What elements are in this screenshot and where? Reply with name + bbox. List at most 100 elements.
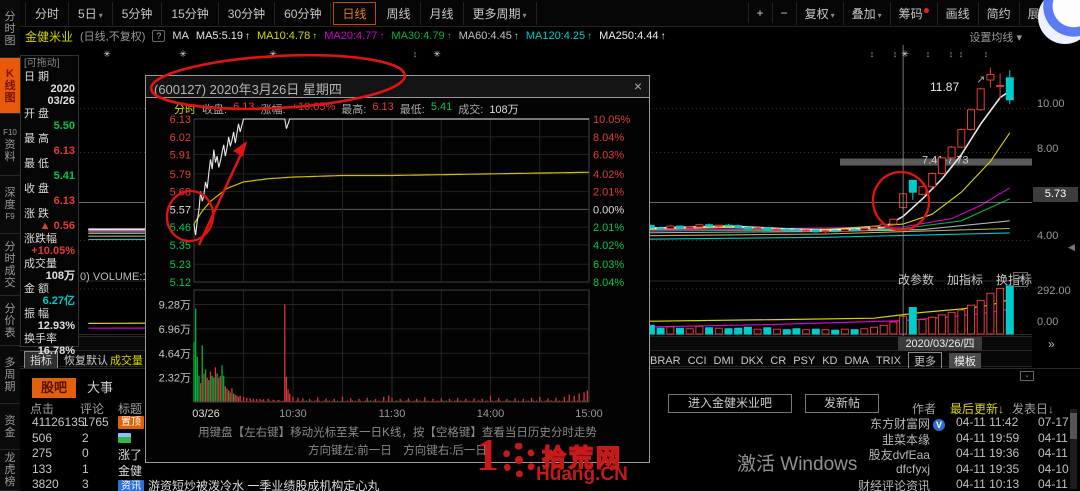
floating-assistant-ball[interactable] xyxy=(1038,0,1080,44)
intraday-info-3: 涨幅: xyxy=(260,104,286,116)
svg-text:✳: ✳ xyxy=(103,49,111,59)
volume-axis-max: 292.00 xyxy=(1037,285,1071,297)
volume-pane-close-icon[interactable]: × xyxy=(1013,272,1028,287)
intraday-history-popup[interactable]: 6.13 6.02 5.91 5.79 5.68 5.57 5.46 5.35 5.23 5.12… xyxy=(145,75,650,463)
period-button-0[interactable]: 分时 xyxy=(25,1,70,25)
tool-button-1[interactable]: − xyxy=(771,3,796,23)
popup-titlebar[interactable]: (600127) 2020年3月26日 星期四 × xyxy=(146,76,649,98)
sidebar-item-f10-ziliao[interactable]: F10 资料 xyxy=(0,114,20,176)
sidebar-item-zijin[interactable]: 资金 xyxy=(0,404,20,450)
info-label-1: 开 盘 xyxy=(24,108,50,120)
ma-settings-button[interactable]: 设置均线 ▾ xyxy=(969,29,1022,45)
intraday-info-0: 分时 xyxy=(174,104,196,116)
watermark-domain: Huang.CN xyxy=(536,464,628,485)
indicator-tab-dmi[interactable]: DMI xyxy=(714,355,734,367)
ohlc-rows: 日 期 2020 03/26 开 盘 5.50 最 高 6.13 最 低 5.41 收 盘 6.13… xyxy=(24,71,75,357)
tool-button-4[interactable]: 筹码 xyxy=(889,1,937,25)
svg-text:0.00%: 0.00% xyxy=(593,204,624,216)
info-label-4: 收 盘 xyxy=(24,183,50,195)
scrollbar[interactable] xyxy=(1070,409,1077,489)
intraday-info-row: 分时 收盘: 6.13 涨幅: +10.05% 最高: 6.13 最低: 5.41 成交: 108万 xyxy=(174,101,519,117)
new-post-button[interactable]: 发新帖 xyxy=(805,394,879,413)
indicator-tab-模板[interactable]: 模板 xyxy=(949,353,982,369)
svg-text:5.23: 5.23 xyxy=(170,259,191,271)
period-button-6[interactable]: 日线 xyxy=(333,1,376,25)
indicator-tab-trix[interactable]: TRIX xyxy=(876,355,901,367)
svg-text:5.35: 5.35 xyxy=(170,240,191,252)
indicator-tab-dma[interactable]: DMA xyxy=(845,355,869,367)
svg-text:2.01%: 2.01% xyxy=(593,187,624,199)
sidebar-item-duo-zhouqi[interactable]: 多周期 xyxy=(0,346,20,404)
info-label-0: 日 期 xyxy=(24,71,50,83)
ohlc-info-panel[interactable]: [可拖动] 日 期 2020 03/26 开 盘 5.50 最 高 6.13 最 低 5.41 收… xyxy=(20,55,79,357)
sidebar-item-kxian-tu[interactable]: K线图 xyxy=(0,58,20,114)
enter-stock-bar-button[interactable]: 进入金健米业吧 xyxy=(668,394,792,413)
ma-label: MA xyxy=(172,30,189,42)
intraday-info-6: 6.13 xyxy=(372,101,394,113)
svg-text:↕: ↕ xyxy=(984,49,989,59)
period-button-8[interactable]: 月线 xyxy=(421,1,464,25)
volume-pane-button-0[interactable]: 改参数 xyxy=(898,271,934,288)
news-row-1[interactable]: 韭菜本缘 04-11 19:59 04-11 xyxy=(760,431,1080,448)
tool-button-0[interactable]: + xyxy=(747,3,772,23)
svg-text:2.32万: 2.32万 xyxy=(159,373,191,385)
panel-collapse-arrow-icon[interactable]: ◀ xyxy=(1068,242,1075,253)
period-buttons: 分时 5日 ▾ 5分钟 15分钟 30分钟 60分钟 日线 周线 月线 更多周期 ▾ xyxy=(20,1,537,25)
period-button-4[interactable]: 30分钟 xyxy=(219,1,276,25)
scrollbar-thumb[interactable] xyxy=(1070,413,1077,439)
tool-buttons: +−复权▾叠加▾筹码画线简约展开◀◀ xyxy=(747,1,1080,25)
period-button-1[interactable]: 5日 ▾ xyxy=(69,1,113,25)
info-value-0: 03/26 xyxy=(47,95,75,107)
svg-text:↕: ↕ xyxy=(413,49,418,59)
sidebar-item-fenshi-chengjiao[interactable]: 分时成交 xyxy=(0,234,20,296)
sidebar-item-shendu-f9[interactable]: 深度 F9 xyxy=(0,176,20,234)
volume-pane-button-1[interactable]: 加指标 xyxy=(947,271,983,288)
period-button-2[interactable]: 5分钟 xyxy=(113,1,163,25)
news-row-4[interactable]: 财经评论资讯 04-11 10:13 04-11 xyxy=(760,477,1080,491)
svg-text:✳: ✳ xyxy=(269,49,277,59)
watermark-digit: 1 xyxy=(476,429,499,480)
chart-mode-label: (日线,不复权) xyxy=(80,31,146,43)
svg-text:5.12: 5.12 xyxy=(170,277,191,289)
svg-text:↕: ↕ xyxy=(959,49,964,59)
news-row-0[interactable]: 东方财富网 V 04-11 11:42 07-17 xyxy=(760,415,1080,432)
svg-text:5.79: 5.79 xyxy=(170,169,191,181)
indicator-tab-cci[interactable]: CCI xyxy=(688,355,707,367)
tool-button-6[interactable]: 简约 xyxy=(977,1,1019,25)
period-button-5[interactable]: 60分钟 xyxy=(275,1,332,25)
forum-tab-1[interactable]: 大事 xyxy=(78,378,122,398)
info-label-7: 成交量 xyxy=(24,258,57,270)
indicator-tab-brar[interactable]: BRAR xyxy=(650,355,681,367)
volume-pane-buttons: 改参数 加指标 换指标 xyxy=(898,271,1032,288)
tool-button-2[interactable]: 复权 ▾ xyxy=(795,1,843,25)
sidebar-item-fenshi-tu[interactable]: 分时图 xyxy=(0,0,20,58)
help-icon[interactable]: ? xyxy=(152,30,166,42)
close-icon[interactable]: × xyxy=(634,78,642,94)
indicator-tab-cr[interactable]: CR xyxy=(770,355,786,367)
indicator-tab-psy[interactable]: PSY xyxy=(793,355,815,367)
svg-text:8.04%: 8.04% xyxy=(593,132,624,144)
panel-collapse-icon[interactable]: ⌄ xyxy=(1020,371,1034,381)
forum-tab-0[interactable]: 股吧 xyxy=(32,378,76,398)
svg-text:10:30: 10:30 xyxy=(279,408,307,420)
period-button-3[interactable]: 15分钟 xyxy=(162,1,219,25)
gear-logo-icon xyxy=(502,443,536,477)
period-button-7[interactable]: 周线 xyxy=(378,1,421,25)
svg-text:4.02%: 4.02% xyxy=(593,240,624,252)
expand-right-icon[interactable]: » xyxy=(1048,337,1055,351)
sidebar-item-longhu-bang[interactable]: 龙虎榜 xyxy=(0,450,20,491)
intraday-info-7: 最低: xyxy=(399,104,425,116)
info-value-3: 5.41 xyxy=(53,170,75,182)
info-value-4: 6.13 xyxy=(53,195,75,207)
period-button-9[interactable]: 更多周期 ▾ xyxy=(464,1,537,25)
crosshair-price-label: 5.73 xyxy=(1033,187,1078,202)
sidebar-item-fenjia-biao[interactable]: 分价表 xyxy=(0,296,20,346)
svg-text:6.02: 6.02 xyxy=(170,132,191,144)
indicator-tab-dkx[interactable]: DKX xyxy=(741,355,764,367)
tool-button-5[interactable]: 画线 xyxy=(936,1,978,25)
tool-button-3[interactable]: 叠加 ▾ xyxy=(842,1,890,25)
ma-value-3: MA30:4.79 ↑ xyxy=(391,30,452,42)
image-attachment-icon xyxy=(118,432,131,443)
volume-indicator-tab[interactable]: 成交量 xyxy=(110,352,143,368)
indicator-tab-kd[interactable]: KD xyxy=(822,355,837,367)
